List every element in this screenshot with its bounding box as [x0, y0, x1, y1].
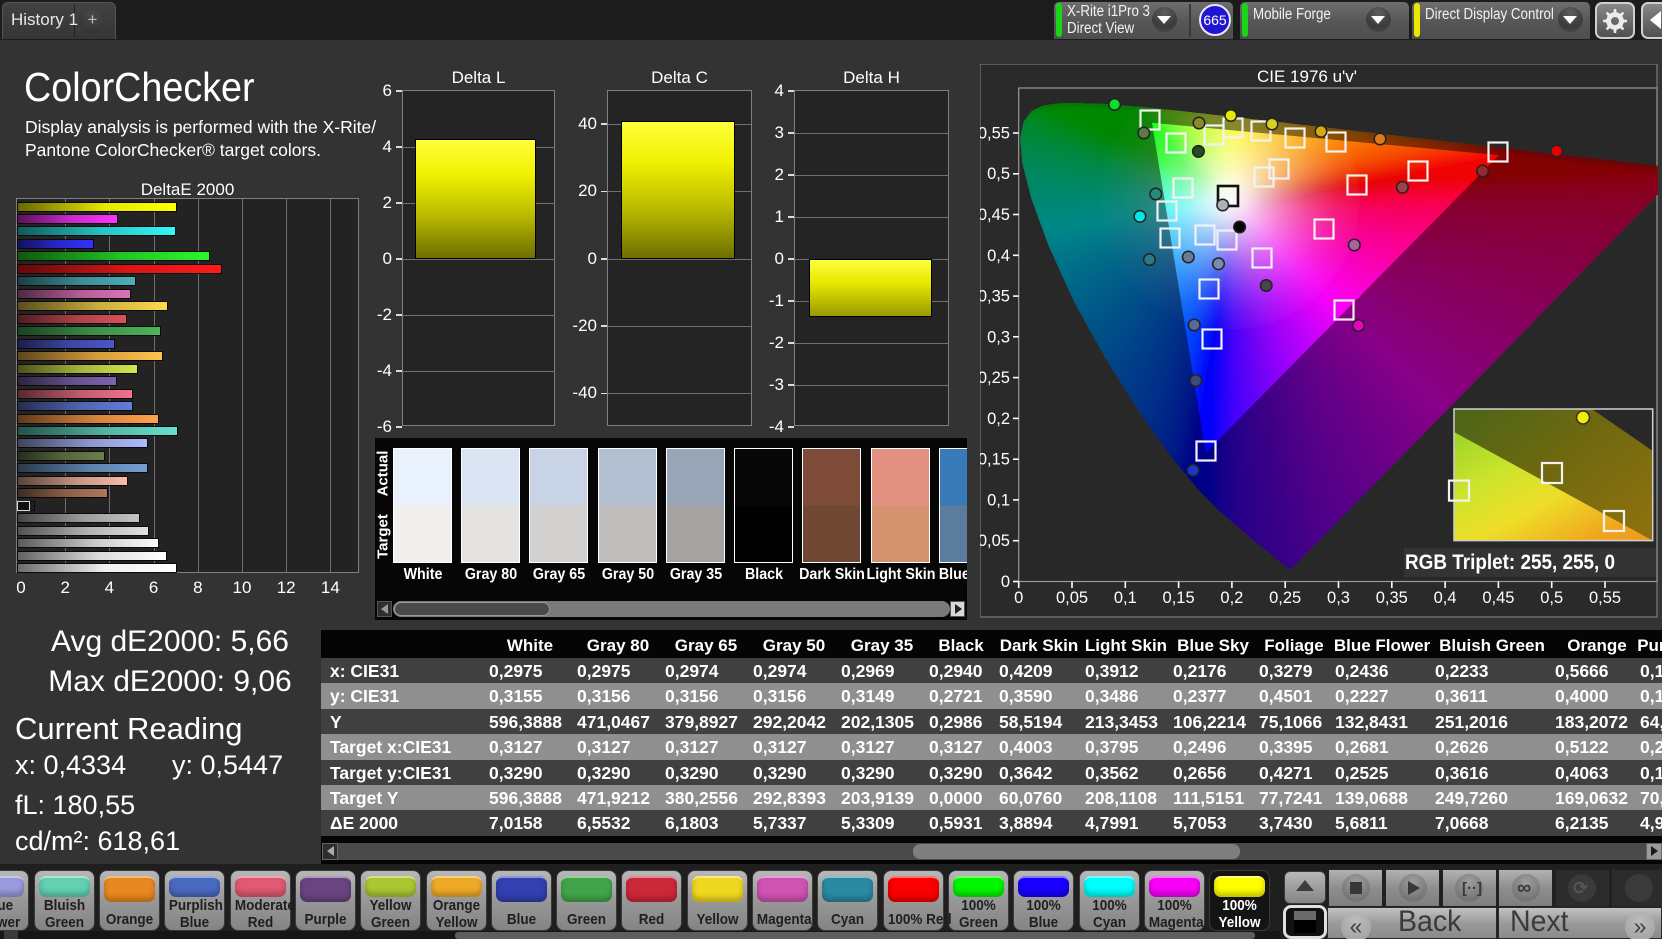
svg-text:0,35: 0,35: [980, 288, 1010, 306]
svg-text:0,1: 0,1: [1114, 589, 1137, 607]
svg-text:0,25: 0,25: [1269, 589, 1301, 607]
svg-text:0: 0: [1014, 589, 1023, 607]
svg-text:0,3: 0,3: [987, 328, 1010, 346]
svg-text:0,2: 0,2: [1220, 589, 1243, 607]
svg-text:0,2: 0,2: [987, 410, 1010, 428]
svg-text:0,15: 0,15: [1163, 589, 1195, 607]
svg-text:0,5: 0,5: [987, 165, 1010, 183]
svg-text:0,45: 0,45: [1482, 589, 1514, 607]
svg-text:0,1: 0,1: [987, 491, 1010, 509]
svg-text:0,55: 0,55: [980, 125, 1010, 143]
svg-text:0,4: 0,4: [987, 247, 1010, 265]
svg-text:0,05: 0,05: [1056, 589, 1088, 607]
svg-text:RGB Triplet: 255, 255, 0: RGB Triplet: 255, 255, 0: [1405, 551, 1615, 574]
svg-text:0,4: 0,4: [1434, 589, 1457, 607]
svg-text:0,3: 0,3: [1327, 589, 1350, 607]
svg-text:0,45: 0,45: [980, 206, 1010, 224]
svg-text:0,15: 0,15: [980, 451, 1010, 469]
svg-text:0,25: 0,25: [980, 369, 1010, 387]
svg-text:CIE 1976 u'v': CIE 1976 u'v': [1257, 67, 1357, 86]
svg-text:0,35: 0,35: [1376, 589, 1408, 607]
svg-text:0: 0: [1001, 573, 1010, 591]
svg-text:0,5: 0,5: [1540, 589, 1563, 607]
svg-text:0,55: 0,55: [1589, 589, 1621, 607]
svg-text:0,05: 0,05: [980, 532, 1010, 550]
